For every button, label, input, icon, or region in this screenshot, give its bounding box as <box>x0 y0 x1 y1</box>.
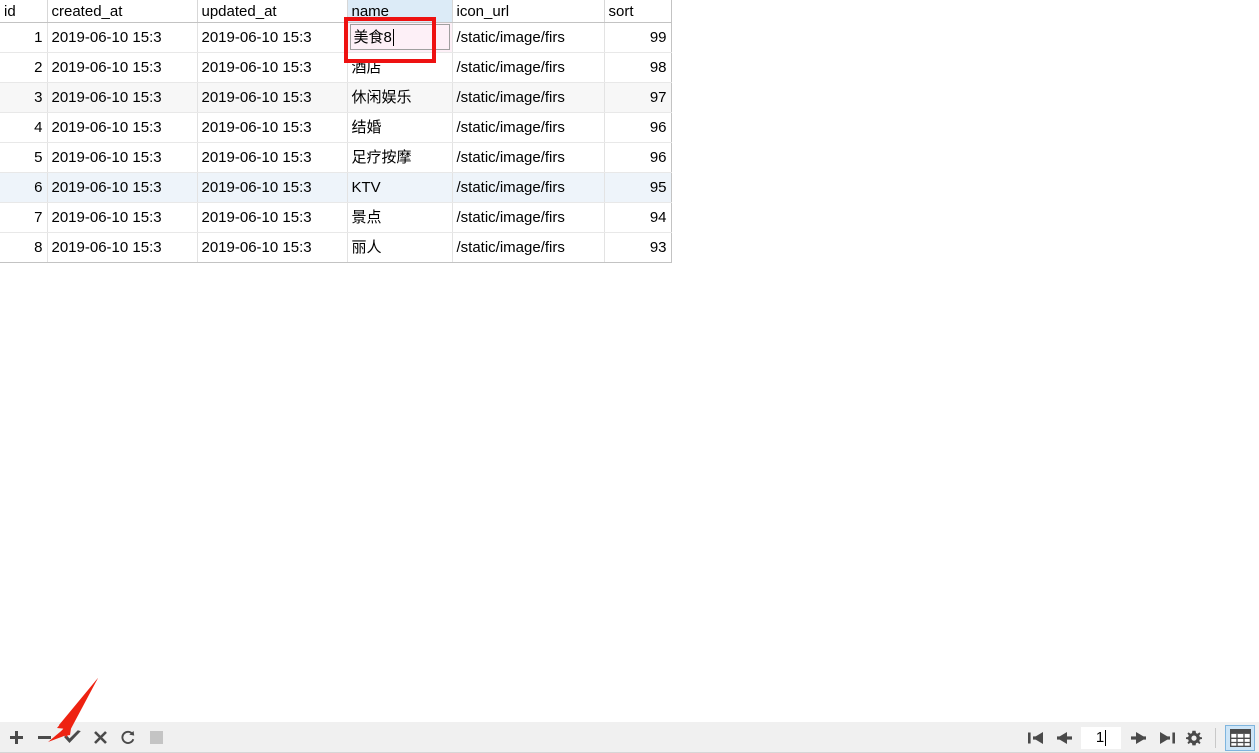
cell-id[interactable]: 1 <box>0 22 48 53</box>
arrow-left-icon <box>1056 731 1072 744</box>
grid-view-button[interactable] <box>1225 724 1255 751</box>
toolbar-right-group: 1 <box>1022 723 1259 752</box>
gear-icon <box>1186 730 1202 745</box>
column-header-icon-url[interactable]: icon_url <box>452 0 605 23</box>
page-input-caret <box>1105 729 1107 746</box>
column-header-updated-at[interactable]: updated_at <box>197 0 348 23</box>
cell-sort[interactable]: 95 <box>604 172 672 203</box>
cell-updated-at[interactable]: 2019-06-10 15:3 <box>197 22 348 53</box>
cell-updated-at[interactable]: 2019-06-10 15:3 <box>197 172 348 203</box>
cell-icon-url[interactable]: /static/image/firs <box>452 82 605 113</box>
settings-button[interactable] <box>1180 724 1208 751</box>
add-row-button[interactable] <box>2 724 30 751</box>
cell-updated-at[interactable]: 2019-06-10 15:3 <box>197 232 348 263</box>
cell-sort[interactable]: 93 <box>604 232 672 263</box>
cell-id[interactable]: 7 <box>0 202 48 233</box>
table-row[interactable]: 6 2019-06-10 15:3 2019-06-10 15:3 KTV /s… <box>0 172 672 203</box>
cell-created-at[interactable]: 2019-06-10 15:3 <box>47 202 198 233</box>
cell-name[interactable]: 结婚 <box>347 112 453 143</box>
check-icon <box>63 730 81 744</box>
cell-sort[interactable]: 98 <box>604 52 672 83</box>
name-cell-editor-value: 美食8 <box>353 28 392 46</box>
cell-id[interactable]: 8 <box>0 232 48 263</box>
cell-id[interactable]: 3 <box>0 82 48 113</box>
column-header-name[interactable]: name <box>347 0 453 23</box>
cell-name-editing[interactable]: 美食8 <box>347 22 453 53</box>
cell-name[interactable]: 丽人 <box>347 232 453 263</box>
cell-id[interactable]: 4 <box>0 112 48 143</box>
cell-created-at[interactable]: 2019-06-10 15:3 <box>47 112 198 143</box>
cell-icon-url[interactable]: /static/image/firs <box>452 112 605 143</box>
cell-name[interactable]: 酒店 <box>347 52 453 83</box>
toolbar-divider <box>1215 727 1216 748</box>
table-row[interactable]: 2 2019-06-10 15:3 2019-06-10 15:3 酒店 /st… <box>0 52 672 83</box>
cell-sort[interactable]: 96 <box>604 142 672 173</box>
cell-name[interactable]: 足疗按摩 <box>347 142 453 173</box>
toolbar-left-group <box>0 723 170 752</box>
stop-button <box>142 724 170 751</box>
previous-page-button[interactable] <box>1050 724 1078 751</box>
next-page-button[interactable] <box>1124 724 1152 751</box>
table-row[interactable]: 7 2019-06-10 15:3 2019-06-10 15:3 景点 /st… <box>0 202 672 233</box>
table-row[interactable]: 8 2019-06-10 15:3 2019-06-10 15:3 丽人 /st… <box>0 232 672 263</box>
arrow-right-icon <box>1130 731 1146 744</box>
cell-updated-at[interactable]: 2019-06-10 15:3 <box>197 202 348 233</box>
table-grid-icon <box>1229 728 1251 747</box>
bottom-toolbar: 1 <box>0 722 1259 753</box>
cell-icon-url[interactable]: /static/image/firs <box>452 172 605 203</box>
grid-header-row: id created_at updated_at name icon_url s… <box>0 0 672 23</box>
cell-icon-url[interactable]: /static/image/firs <box>452 142 605 173</box>
column-header-sort[interactable]: sort <box>604 0 672 23</box>
cell-name[interactable]: KTV <box>347 172 453 203</box>
first-page-button[interactable] <box>1022 724 1050 751</box>
cell-id[interactable]: 2 <box>0 52 48 83</box>
cell-updated-at[interactable]: 2019-06-10 15:3 <box>197 52 348 83</box>
page-number-value: 1 <box>1095 729 1105 746</box>
cross-icon <box>93 731 107 744</box>
commit-changes-button[interactable] <box>58 724 86 751</box>
cell-sort[interactable]: 97 <box>604 82 672 113</box>
cell-sort[interactable]: 99 <box>604 22 672 53</box>
cell-updated-at[interactable]: 2019-06-10 15:3 <box>197 82 348 113</box>
cell-created-at[interactable]: 2019-06-10 15:3 <box>47 232 198 263</box>
column-header-created-at[interactable]: created_at <box>47 0 198 23</box>
table-row[interactable]: 3 2019-06-10 15:3 2019-06-10 15:3 休闲娱乐 /… <box>0 82 672 113</box>
column-header-id[interactable]: id <box>0 0 48 23</box>
revert-changes-button[interactable] <box>86 724 114 751</box>
cell-sort[interactable]: 96 <box>604 112 672 143</box>
table-row[interactable]: 4 2019-06-10 15:3 2019-06-10 15:3 结婚 /st… <box>0 112 672 143</box>
data-grid: id created_at updated_at name icon_url s… <box>0 0 672 263</box>
table-row[interactable]: 1 2019-06-10 15:3 2019-06-10 15:3 美食8 /s… <box>0 22 672 53</box>
cell-created-at[interactable]: 2019-06-10 15:3 <box>47 52 198 83</box>
table-row[interactable]: 5 2019-06-10 15:3 2019-06-10 15:3 足疗按摩 /… <box>0 142 672 173</box>
data-grid-container: id created_at updated_at name icon_url s… <box>0 0 672 263</box>
cell-created-at[interactable]: 2019-06-10 15:3 <box>47 172 198 203</box>
name-cell-editor[interactable]: 美食8 <box>349 24 450 50</box>
cell-sort[interactable]: 94 <box>604 202 672 233</box>
cell-icon-url[interactable]: /static/image/firs <box>452 22 605 53</box>
cell-id[interactable]: 6 <box>0 172 48 203</box>
cell-icon-url[interactable]: /static/image/firs <box>452 202 605 233</box>
refresh-icon <box>121 730 135 744</box>
cell-id[interactable]: 5 <box>0 142 48 173</box>
stop-square-icon <box>149 731 163 744</box>
text-caret <box>392 28 394 46</box>
page-number-input[interactable]: 1 <box>1081 726 1121 749</box>
refresh-button[interactable] <box>114 724 142 751</box>
cell-icon-url[interactable]: /static/image/firs <box>452 232 605 263</box>
minus-icon <box>37 736 51 739</box>
cell-name[interactable]: 休闲娱乐 <box>347 82 453 113</box>
cell-icon-url[interactable]: /static/image/firs <box>452 52 605 83</box>
cell-updated-at[interactable]: 2019-06-10 15:3 <box>197 142 348 173</box>
first-page-icon <box>1027 731 1043 744</box>
cell-name[interactable]: 景点 <box>347 202 453 233</box>
last-page-icon <box>1159 731 1175 744</box>
plus-icon <box>9 731 23 744</box>
last-page-button[interactable] <box>1152 724 1180 751</box>
cell-created-at[interactable]: 2019-06-10 15:3 <box>47 142 198 173</box>
cell-created-at[interactable]: 2019-06-10 15:3 <box>47 22 198 53</box>
delete-row-button[interactable] <box>30 724 58 751</box>
cell-updated-at[interactable]: 2019-06-10 15:3 <box>197 112 348 143</box>
cell-created-at[interactable]: 2019-06-10 15:3 <box>47 82 198 113</box>
